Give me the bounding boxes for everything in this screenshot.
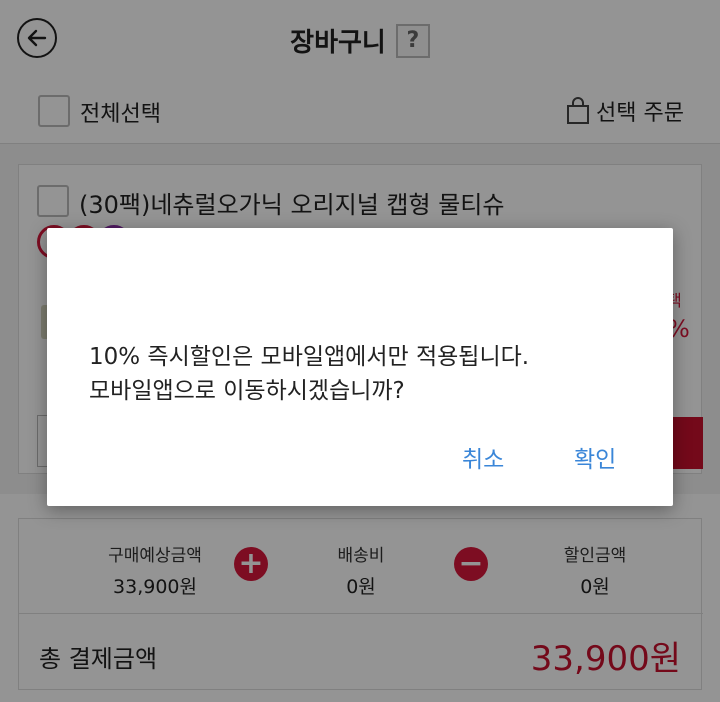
cart-page: 장바구니 ? 전체선택 선택 주문 (30팩)네츄럴오가닉 오리지널 캡형 물티… — [0, 0, 720, 702]
confirm-button[interactable]: 확인 — [574, 440, 616, 474]
dialog-message: 10% 즉시할인은 모바일앱에서만 적용됩니다. 모바일앱으로 이동하시겠습니까… — [89, 340, 649, 408]
cancel-button[interactable]: 취소 — [462, 440, 504, 474]
dialog-message-line2: 모바일앱으로 이동하시겠습니까? — [89, 378, 405, 404]
confirm-dialog: 10% 즉시할인은 모바일앱에서만 적용됩니다. 모바일앱으로 이동하시겠습니까… — [47, 228, 673, 506]
dialog-message-line1: 10% 즉시할인은 모바일앱에서만 적용됩니다. — [89, 344, 530, 370]
